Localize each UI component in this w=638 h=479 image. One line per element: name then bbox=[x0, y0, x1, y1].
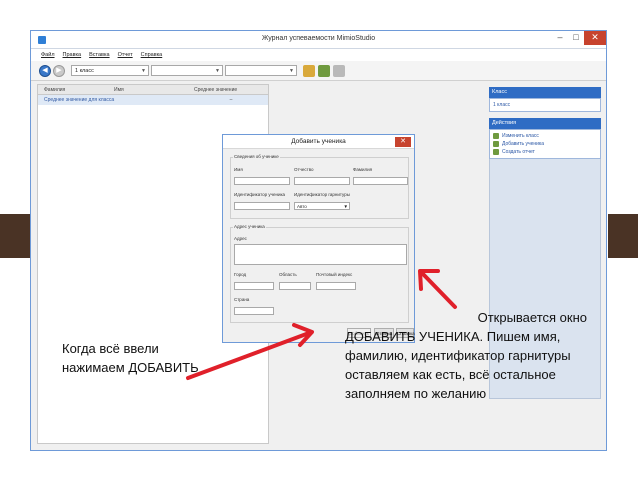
window-controls: – □ ✕ bbox=[552, 31, 606, 47]
left-brown-band bbox=[0, 214, 30, 258]
dialog-close-button[interactable]: ✕ bbox=[395, 137, 411, 147]
report-select[interactable]: ▼ bbox=[225, 65, 297, 76]
class-select-value: 1 класс bbox=[75, 68, 94, 74]
annotation-right-line1: Открывается окно bbox=[477, 310, 587, 325]
table-row[interactable]: Среднее значение для класса – bbox=[38, 95, 268, 105]
add-student-icon[interactable] bbox=[318, 65, 330, 77]
class-select[interactable]: 1 класс ▼ bbox=[71, 65, 149, 76]
menu-edit[interactable]: Правка bbox=[63, 49, 82, 61]
action-create-report[interactable]: Создать отчет bbox=[493, 148, 597, 156]
grid-header: Фамилия Имя Среднее значение bbox=[38, 85, 268, 95]
report-icon bbox=[493, 149, 499, 155]
row-label: Среднее значение для класса bbox=[44, 97, 115, 103]
menu-file[interactable]: Файл bbox=[41, 49, 55, 61]
maximize-button[interactable]: □ bbox=[568, 31, 584, 45]
column-first-name[interactable]: Имя bbox=[108, 85, 188, 94]
patronymic-input[interactable] bbox=[294, 177, 350, 185]
right-brown-band bbox=[608, 214, 638, 258]
column-last-name[interactable]: Фамилия bbox=[38, 85, 108, 94]
row-value: – bbox=[229, 97, 233, 103]
first-name-input[interactable] bbox=[234, 177, 290, 185]
slide: Журнал успеваемости MimioStudio – □ ✕ Фа… bbox=[0, 0, 638, 479]
student-info-fieldset: Сведения об ученике Имя Отчество Фамилия… bbox=[230, 154, 409, 219]
student-id-input[interactable] bbox=[234, 202, 290, 210]
action-edit-class[interactable]: Изменить класс bbox=[493, 132, 597, 140]
address-input[interactable] bbox=[234, 244, 407, 265]
chevron-down-icon: ▼ bbox=[141, 68, 146, 74]
class-panel-header: Класс bbox=[489, 87, 601, 98]
menu-report[interactable]: Отчет bbox=[118, 49, 133, 61]
toolbar: ◀ ▶ 1 класс ▼ ▼ ▼ bbox=[31, 61, 606, 81]
menu-help[interactable]: Справка bbox=[141, 49, 163, 61]
forward-button[interactable]: ▶ bbox=[53, 65, 65, 77]
title-bar: Журнал успеваемости MimioStudio – □ ✕ bbox=[31, 31, 606, 49]
headset-id-select[interactable]: Авто ▼ bbox=[294, 202, 350, 210]
column-average[interactable]: Среднее значение bbox=[188, 85, 268, 94]
menu-insert[interactable]: Вставка bbox=[89, 49, 109, 61]
chevron-down-icon: ▼ bbox=[215, 68, 220, 74]
close-button[interactable]: ✕ bbox=[584, 31, 606, 45]
dialog-title: Добавить ученика bbox=[223, 135, 414, 149]
city-label: Город bbox=[234, 272, 247, 277]
headset-id-label: Идентификатор гарнитуры bbox=[294, 192, 350, 197]
patronymic-label: Отчество bbox=[294, 167, 314, 172]
class-item[interactable]: 1 класс bbox=[493, 101, 597, 109]
add-class-icon[interactable] bbox=[303, 65, 315, 77]
last-name-label: Фамилия bbox=[353, 167, 373, 172]
action-add-student[interactable]: Добавить ученика bbox=[493, 140, 597, 148]
address-legend: Адрес ученика bbox=[233, 224, 266, 229]
menu-bar: Файл Правка Вставка Отчет Справка bbox=[31, 49, 606, 61]
annotation-right-rest: ДОБАВИТЬ УЧЕНИКА. Пишем имя, фамилию, ид… bbox=[345, 329, 571, 401]
student-select[interactable]: ▼ bbox=[151, 65, 223, 76]
chevron-down-icon: ▼ bbox=[289, 68, 294, 74]
class-panel-body: 1 класс bbox=[489, 98, 601, 112]
postal-label: Почтовый индекс bbox=[316, 272, 353, 277]
edit-icon bbox=[493, 133, 499, 139]
address-label: Адрес bbox=[234, 236, 247, 241]
headset-id-value: Авто bbox=[297, 204, 307, 209]
actions-panel-body: Изменить класс Добавить ученика Создать … bbox=[489, 129, 601, 159]
back-button[interactable]: ◀ bbox=[39, 65, 51, 77]
country-input[interactable] bbox=[234, 307, 274, 315]
first-name-label: Имя bbox=[234, 167, 243, 172]
minimize-button[interactable]: – bbox=[552, 31, 568, 45]
region-input[interactable] bbox=[279, 282, 311, 290]
city-input[interactable] bbox=[234, 282, 274, 290]
annotation-right: Открывается окно ДОБАВИТЬ УЧЕНИКА. Пишем… bbox=[345, 308, 607, 403]
add-user-icon bbox=[493, 141, 499, 147]
postal-input[interactable] bbox=[316, 282, 356, 290]
student-id-label: Идентификатор ученика bbox=[234, 192, 286, 197]
annotation-left: Когда всё ввели нажимаем ДОБАВИТЬ bbox=[62, 341, 199, 375]
chevron-down-icon: ▼ bbox=[343, 204, 348, 209]
region-label: Область bbox=[279, 272, 297, 277]
report-icon[interactable] bbox=[333, 65, 345, 77]
actions-panel-header: Действия bbox=[489, 118, 601, 129]
last-name-input[interactable] bbox=[353, 177, 408, 185]
student-info-legend: Сведения об ученике bbox=[233, 154, 280, 159]
window-title: Журнал успеваемости MimioStudio bbox=[261, 35, 376, 42]
country-label: Страна bbox=[234, 297, 250, 302]
